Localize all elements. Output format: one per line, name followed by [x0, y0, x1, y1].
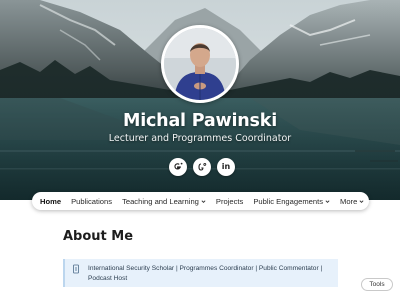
google-scholar-icon	[174, 162, 183, 170]
about-callout: International Security Scholar | Program…	[63, 259, 338, 287]
nav-projects-label: Projects	[215, 196, 244, 206]
chevron-down-icon	[325, 199, 330, 203]
nav-home-label: Home	[40, 196, 62, 206]
profile-subtitle: Lecturer and Programmes Coordinator	[108, 133, 292, 144]
google-scholar-link[interactable]	[169, 158, 187, 176]
nav-public-engagements[interactable]: Public Engagements	[248, 192, 335, 210]
chevron-down-icon	[201, 199, 206, 203]
info-icon	[73, 264, 79, 274]
chevron-down-icon	[359, 199, 364, 203]
linkedin-link[interactable]: in	[217, 158, 235, 176]
about-heading: About Me	[63, 229, 134, 244]
hero-banner: Michal Pawinski Lecturer and Programmes …	[0, 0, 400, 200]
researchgate-link[interactable]	[193, 158, 211, 176]
nav-home[interactable]: Home	[35, 192, 66, 210]
nav-projects[interactable]: Projects	[211, 192, 248, 210]
main-navigation: Home Publications Teaching and Learning …	[32, 192, 369, 210]
nav-more-label: More	[340, 196, 358, 206]
researchgate-icon	[198, 162, 207, 171]
nav-teaching-and-learning[interactable]: Teaching and Learning	[117, 192, 211, 210]
avatar	[161, 25, 239, 103]
nav-publications-label: Publications	[71, 196, 113, 206]
profile-photo	[164, 28, 236, 100]
tools-button[interactable]: Tools	[361, 278, 393, 291]
nav-teaching-label: Teaching and Learning	[122, 196, 199, 206]
nav-public-engagements-label: Public Engagements	[253, 196, 323, 206]
profile-name: Michal Pawinski	[123, 111, 277, 131]
social-links: in	[169, 158, 235, 176]
linkedin-icon: in	[221, 162, 231, 171]
nav-more[interactable]: More	[335, 192, 369, 210]
about-callout-text: International Security Scholar | Program…	[88, 265, 323, 282]
nav-publications[interactable]: Publications	[66, 192, 117, 210]
